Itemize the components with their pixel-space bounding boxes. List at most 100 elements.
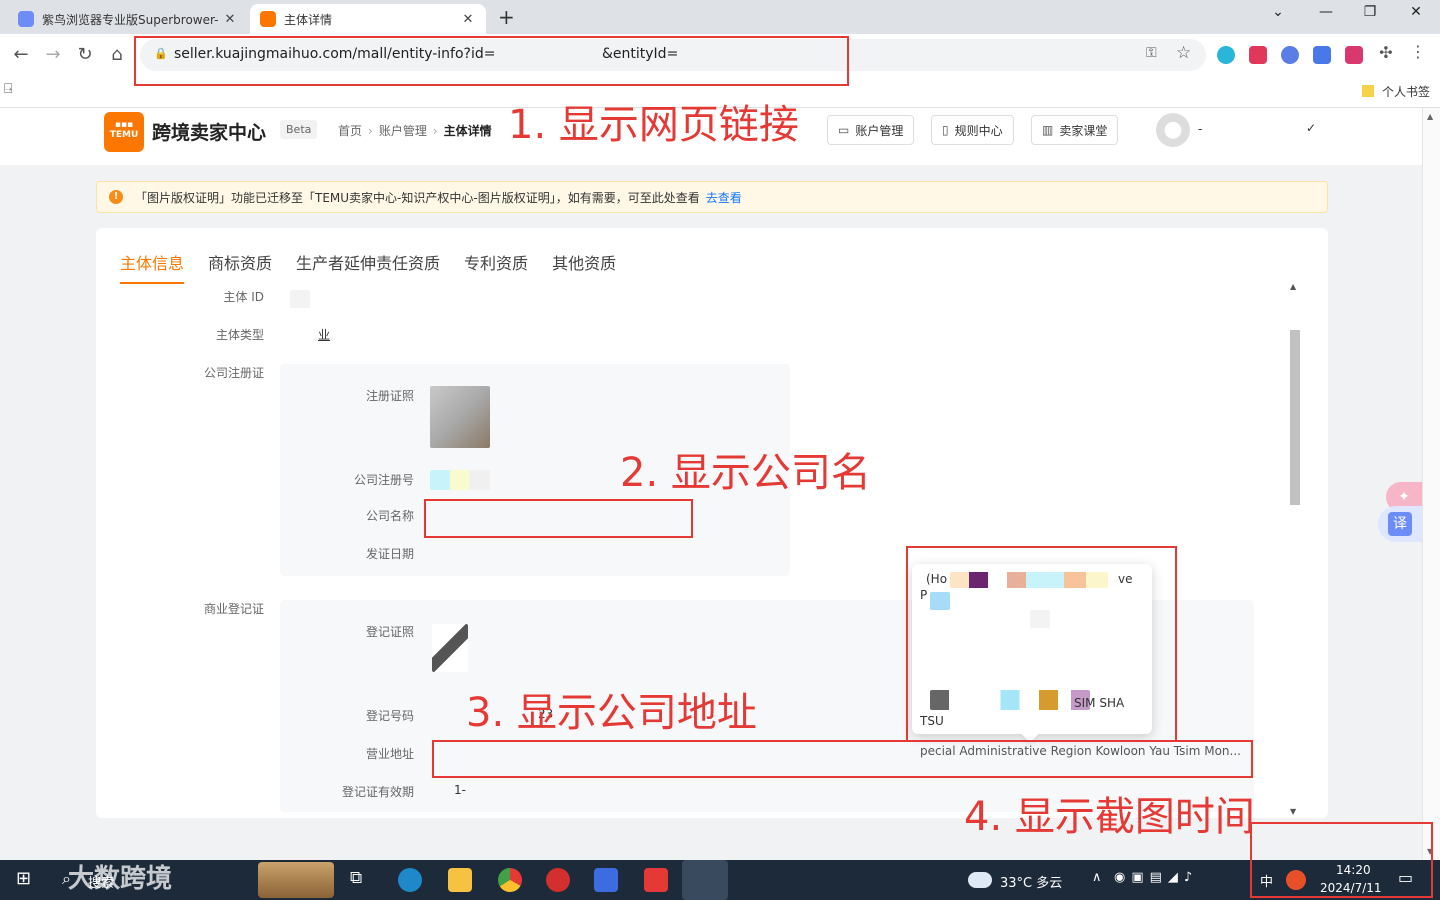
tab-title: 主体详情 (284, 12, 333, 27)
breadcrumb-current: 主体详情 (443, 124, 492, 138)
business-address-label: 营业地址 (365, 747, 414, 761)
brand-title: 跨境卖家中心 (152, 122, 267, 144)
restore-icon[interactable]: ❐ (1358, 4, 1382, 20)
temu-favicon-icon (260, 11, 276, 27)
book-icon: ▥ (1042, 123, 1054, 137)
scroll-up-arrow-icon[interactable]: ▲ (1427, 112, 1433, 121)
close-window-icon[interactable]: ✕ (1404, 4, 1428, 20)
scrollbar-thumb[interactable] (1290, 330, 1300, 505)
seller-classroom-button[interactable]: ▥ 卖家课堂 (1031, 115, 1119, 145)
back-icon[interactable]: ← (10, 44, 32, 65)
search-highlight-image (258, 862, 334, 898)
company-registration-label: 公司注册证 (203, 366, 264, 380)
translate-icon: 译 (1388, 512, 1412, 536)
account-management-button[interactable]: ▭ 账户管理 (827, 115, 915, 145)
id-card-icon: ▭ (838, 123, 850, 137)
logo-text: TEMU (109, 129, 139, 140)
notice-banner: ! 「图片版权证明」功能已迁移至「TEMU卖家中心-知识产权中心-图片版权证明」… (96, 181, 1328, 213)
translate-extension-icon[interactable] (1313, 46, 1331, 64)
edge-browser-icon[interactable] (398, 868, 422, 892)
file-explorer-icon[interactable] (448, 868, 472, 892)
tab-other[interactable]: 其他资质 (552, 250, 616, 284)
bookmark-folder-personal[interactable]: 个人书签 (1361, 83, 1430, 100)
wps-icon[interactable] (644, 868, 668, 892)
windows-start-icon[interactable]: ⊞ (16, 868, 31, 889)
superbrowser-taskbar-icon[interactable] (682, 860, 728, 900)
document-icon: ▯ (942, 123, 949, 137)
annotation-box-company-name (424, 499, 693, 538)
key-icon[interactable]: ⚿ (1146, 45, 1157, 61)
close-tab-icon[interactable]: ✕ (460, 12, 476, 27)
warning-icon: ! (109, 190, 123, 204)
menu-kebab-icon[interactable]: ⋮ (1407, 42, 1429, 61)
windows-taskbar: ⊞ ⌕ 搜索 ⧉ 33°C 多云 ∧ ◉▣▤◢♪ 中 14:20 2024/7/… (0, 860, 1440, 900)
brand-watermark: 大数跨境 (68, 864, 173, 894)
minimize-icon[interactable]: — (1314, 4, 1338, 20)
registration-certificate-label: 注册证照 (365, 389, 414, 403)
check-icon: ✓ (1306, 121, 1317, 135)
certificate-thumbnail[interactable] (430, 386, 490, 448)
superbrowser-favicon-icon (18, 11, 34, 27)
browser-tab-superbrowser[interactable]: 紫鸟浏览器专业版Superbrower- ✕ (8, 4, 248, 34)
notice-link[interactable]: 去查看 (706, 189, 742, 206)
content-scrollbar[interactable]: ▲ ▼ (1288, 280, 1302, 816)
redacted-entity-id (290, 290, 310, 308)
scroll-up-arrow-icon[interactable]: ▲ (1290, 282, 1296, 291)
page-scrollbar[interactable]: ▲ ▼ (1422, 108, 1440, 860)
temu-logo[interactable]: ▪▪▪ TEMU (104, 112, 144, 152)
tab-entity-info[interactable]: 主体信息 (120, 250, 185, 284)
button-label: 卖家课堂 (1059, 123, 1108, 138)
extension-2-icon[interactable] (1249, 46, 1267, 64)
annotation-box-url (134, 36, 849, 86)
extension-1-icon[interactable] (1217, 46, 1235, 64)
chevron-right-icon: › (432, 124, 438, 138)
entity-id-label: 主体 ID (223, 290, 264, 304)
tray-icons[interactable]: ◉▣▤◢♪ (1114, 870, 1198, 885)
new-tab-icon[interactable]: + (498, 5, 515, 29)
task-view-icon[interactable]: ⧉ (350, 868, 362, 888)
tray-chevron-up-icon[interactable]: ∧ (1092, 870, 1102, 885)
entity-type-label: 主体类型 (215, 328, 264, 342)
annotation-label-company-name: 2. 显示公司名 (620, 450, 871, 496)
bookmark-app-icon[interactable]: ⍈ (4, 81, 12, 97)
annotation-label-address: 3. 显示公司地址 (466, 690, 757, 736)
entity-type-value: 业 (318, 328, 331, 342)
breadcrumb-home[interactable]: 首页 (338, 124, 362, 138)
tab-patent[interactable]: 专利资质 (464, 250, 528, 284)
chevron-right-icon: › (368, 124, 373, 138)
tab-epr[interactable]: 生产者延伸责任资质 (296, 250, 440, 284)
forward-icon[interactable]: → (42, 44, 64, 65)
annotation-label-time: 4. 显示截图时间 (964, 794, 1255, 840)
avatar[interactable]: ● (1156, 113, 1190, 147)
annotation-box-address (432, 740, 1253, 778)
scroll-down-arrow-icon[interactable]: ▼ (1290, 807, 1296, 816)
extension-3-icon[interactable] (1281, 46, 1299, 64)
biz-validity-label: 登记证有效期 (341, 785, 414, 799)
close-tab-icon[interactable]: ✕ (222, 12, 238, 27)
weather-cloud-icon (968, 872, 992, 888)
breadcrumb-account[interactable]: 账户管理 (379, 124, 427, 138)
biz-reg-no-label: 登记号码 (365, 709, 414, 723)
floating-translate-widget[interactable]: 译 (1378, 506, 1422, 542)
bookmark-star-icon[interactable]: ☆ (1176, 43, 1191, 63)
biz-certificate-thumbnail[interactable] (432, 624, 468, 672)
browser-tab-entity-detail[interactable]: 主体详情 ✕ (250, 4, 486, 34)
tab-search-chevron-icon[interactable]: ⌄ (1266, 4, 1290, 20)
app-shield-icon[interactable] (594, 868, 618, 892)
extension-5-icon[interactable] (1345, 46, 1363, 64)
tab-title: 紫鸟浏览器专业版Superbrower- (42, 12, 219, 27)
annotation-box-address-popover (906, 546, 1177, 742)
app-red-icon[interactable] (546, 868, 570, 892)
tab-trademark[interactable]: 商标资质 (208, 250, 272, 284)
beta-badge: Beta (280, 120, 318, 139)
rules-center-button[interactable]: ▯ 规则中心 (931, 115, 1014, 145)
chrome-icon[interactable] (498, 868, 522, 892)
extensions-puzzle-icon[interactable]: ✣ (1375, 43, 1397, 62)
weather-text[interactable]: 33°C 多云 (1000, 872, 1062, 891)
home-icon[interactable]: ⌂ (106, 44, 128, 65)
redacted-reg-no (430, 470, 490, 490)
biz-validity-value: 1- (454, 783, 466, 797)
button-label: 账户管理 (855, 123, 904, 138)
reload-icon[interactable]: ↻ (74, 44, 96, 65)
notice-text: 「图片版权证明」功能已迁移至「TEMU卖家中心-知识产权中心-图片版权证明」，如… (135, 190, 700, 205)
